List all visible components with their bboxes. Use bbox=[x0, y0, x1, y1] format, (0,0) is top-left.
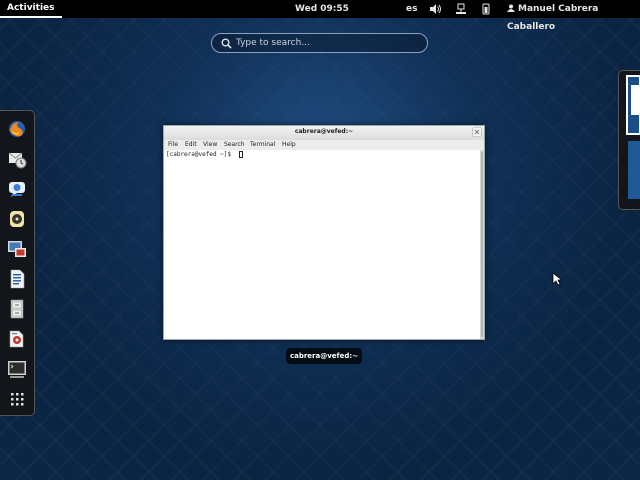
window-menubar: File Edit View Search Terminal Help bbox=[164, 140, 484, 150]
workspace-thumbnail-empty[interactable] bbox=[628, 141, 640, 199]
clock[interactable]: Wed 09:55 bbox=[295, 0, 349, 18]
menu-search[interactable]: Search bbox=[224, 140, 245, 150]
photos-icon[interactable] bbox=[7, 239, 27, 259]
show-applications-grid-icon[interactable] bbox=[7, 389, 27, 409]
mail-icon[interactable] bbox=[7, 149, 27, 169]
top-bar: Activities Wed 09:55 es Manuel Cabrera C… bbox=[0, 0, 640, 32]
scrollbar[interactable] bbox=[480, 150, 484, 339]
workspace-thumbnail-active[interactable] bbox=[626, 75, 640, 135]
user-icon bbox=[507, 4, 515, 12]
text-cursor bbox=[239, 151, 243, 158]
menu-view[interactable]: View bbox=[203, 140, 217, 150]
user-name: Manuel Cabrera Caballero bbox=[507, 4, 599, 32]
window-caption: cabrera@vefed:~ bbox=[286, 348, 362, 364]
network-icon[interactable] bbox=[455, 3, 467, 15]
terminal-window[interactable]: cabrera@vefed:~ File Edit View Search Te… bbox=[163, 125, 485, 340]
dash bbox=[0, 110, 35, 416]
terminal-area[interactable]: [cabrera@vefed ~]$ bbox=[164, 150, 482, 339]
menu-terminal[interactable]: Terminal bbox=[250, 140, 275, 150]
search-input[interactable] bbox=[236, 34, 421, 52]
close-icon[interactable] bbox=[472, 127, 482, 137]
power-icon[interactable] bbox=[480, 3, 492, 15]
workspace-window-thumbnail bbox=[631, 85, 639, 115]
chat-icon[interactable] bbox=[7, 179, 27, 199]
search-box[interactable] bbox=[211, 33, 428, 53]
software-icon[interactable] bbox=[7, 329, 27, 349]
firefox-icon[interactable] bbox=[7, 119, 27, 139]
window-title: cabrera@vefed:~ bbox=[294, 128, 354, 135]
mouse-pointer-icon bbox=[552, 272, 562, 286]
activities-button[interactable]: Activities bbox=[0, 0, 62, 18]
menu-help[interactable]: Help bbox=[282, 140, 296, 150]
search-icon bbox=[221, 38, 232, 49]
volume-icon[interactable] bbox=[429, 3, 441, 15]
file-cabinet-icon[interactable] bbox=[7, 299, 27, 319]
menu-edit[interactable]: Edit bbox=[185, 140, 197, 150]
document-icon[interactable] bbox=[7, 269, 27, 289]
scrollbar-thumb[interactable] bbox=[481, 152, 483, 337]
terminal-icon[interactable] bbox=[7, 359, 27, 379]
shell-prompt: [cabrera@vefed ~]$ bbox=[166, 151, 235, 158]
window-titlebar[interactable]: cabrera@vefed:~ bbox=[164, 126, 484, 140]
keyboard-layout-indicator[interactable]: es bbox=[406, 0, 417, 18]
menu-file[interactable]: File bbox=[168, 140, 178, 150]
workspace-switcher bbox=[618, 70, 640, 210]
user-menu[interactable]: Manuel Cabrera Caballero bbox=[507, 0, 640, 36]
music-icon[interactable] bbox=[7, 209, 27, 229]
